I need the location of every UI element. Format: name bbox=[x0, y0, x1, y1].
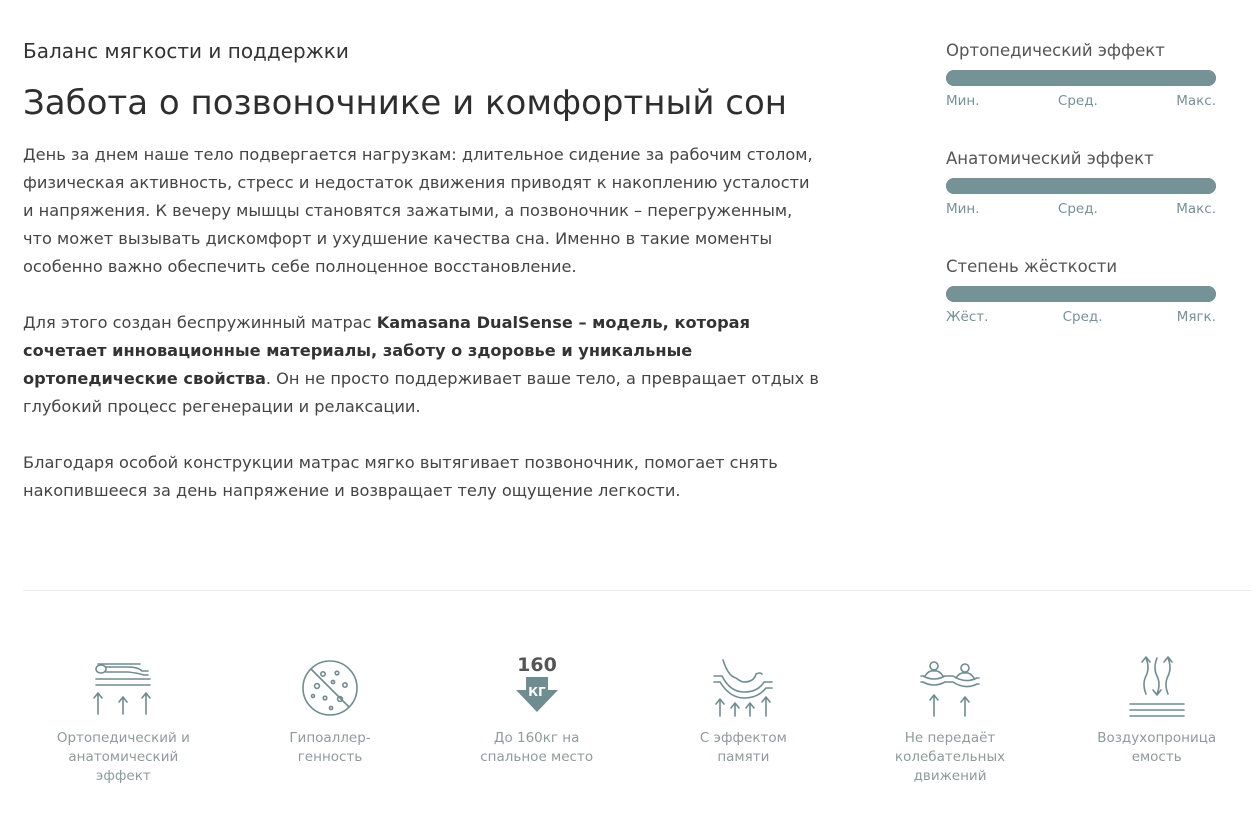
orthopedic-scale: Ортопедический эффект Мин. Сред. Макс. bbox=[946, 38, 1216, 110]
feature-hypoallergenic: Гипоаллер- генность bbox=[227, 652, 434, 786]
scale-bar bbox=[946, 178, 1216, 194]
feature-label: Не передаёт колебательных движений bbox=[894, 730, 1006, 784]
scale-ticks: Мин. Сред. Макс. bbox=[946, 200, 1216, 218]
feature-memory-effect: С эффектом памяти bbox=[640, 652, 847, 786]
scale-ticks: Жёст. Сред. Мягк. bbox=[946, 308, 1216, 326]
section-divider bbox=[23, 590, 1253, 591]
scale-title: Степень жёсткости bbox=[946, 257, 1118, 276]
section-subtitle: Баланс мягкости и поддержки bbox=[23, 39, 349, 63]
scale-bar bbox=[946, 286, 1216, 302]
hypoallergenic-icon bbox=[295, 652, 365, 722]
paragraph-2-intro: Для этого создан беспружинный матрас bbox=[23, 313, 377, 332]
scale-title: Анатомический эффект bbox=[946, 149, 1154, 168]
feature-breathability: Воздухопроница емость bbox=[1053, 652, 1260, 786]
weight-icon-number: 160 bbox=[517, 654, 557, 676]
anatomic-scale: Анатомический эффект Мин. Сред. Макс. bbox=[946, 146, 1216, 218]
scale-bar-fill bbox=[946, 70, 1216, 86]
feature-no-motion-transfer: Не передаёт колебательных движений bbox=[847, 652, 1054, 786]
weight-160kg-icon: 160 КГ bbox=[502, 652, 572, 722]
description-paragraph-3: Благодаря особой конструкции матрас мягк… bbox=[23, 453, 778, 500]
tick-min: Жёст. bbox=[946, 309, 989, 325]
weight-icon-unit: КГ bbox=[528, 685, 546, 699]
tick-min: Мин. bbox=[946, 93, 980, 109]
orthopedic-icon bbox=[88, 652, 158, 722]
page-title: Забота о позвоночнике и комфортный сон bbox=[23, 83, 787, 123]
tick-mid: Сред. bbox=[1057, 201, 1098, 217]
description-paragraph-2: Для этого создан беспружинный матрас Kam… bbox=[23, 309, 823, 421]
feature-label: С эффектом памяти bbox=[699, 730, 787, 765]
feature-label: Гипоаллер- генность bbox=[289, 730, 371, 765]
feature-label: Ортопедический и анатомический эффект bbox=[56, 730, 190, 784]
characteristics-panel: Ортопедический эффект Мин. Сред. Макс. А… bbox=[946, 38, 1216, 362]
memory-effect-icon bbox=[708, 652, 778, 722]
scale-title: Ортопедический эффект bbox=[946, 41, 1165, 60]
tick-max: Мягк. bbox=[1176, 309, 1216, 325]
tick-mid: Сред. bbox=[1057, 93, 1098, 109]
description-paragraph-1: День за днем наше тело подвергается нагр… bbox=[23, 145, 813, 276]
scale-bar bbox=[946, 70, 1216, 86]
feature-label: Воздухопроница емость bbox=[1097, 730, 1217, 765]
feature-label: До 160кг на спальное место bbox=[480, 730, 594, 765]
scale-bar-fill bbox=[946, 286, 1216, 302]
feature-orthopedic: Ортопедический и анатомический эффект bbox=[20, 652, 227, 786]
feature-weight-limit: 160 КГ До 160кг на спальное место bbox=[433, 652, 640, 786]
tick-max: Макс. bbox=[1176, 93, 1216, 109]
firmness-scale: Степень жёсткости Жёст. Сред. Мягк. bbox=[946, 254, 1216, 326]
no-motion-transfer-icon bbox=[915, 652, 985, 722]
content-column: Баланс мягкости и поддержки Забота о поз… bbox=[23, 34, 823, 505]
breathability-icon bbox=[1122, 652, 1192, 722]
tick-mid: Сред. bbox=[1062, 309, 1103, 325]
scale-bar-fill bbox=[946, 178, 1216, 194]
tick-min: Мин. bbox=[946, 201, 980, 217]
scale-ticks: Мин. Сред. Макс. bbox=[946, 92, 1216, 110]
features-row: Ортопедический и анатомический эффект Ги… bbox=[20, 652, 1260, 786]
tick-max: Макс. bbox=[1176, 201, 1216, 217]
